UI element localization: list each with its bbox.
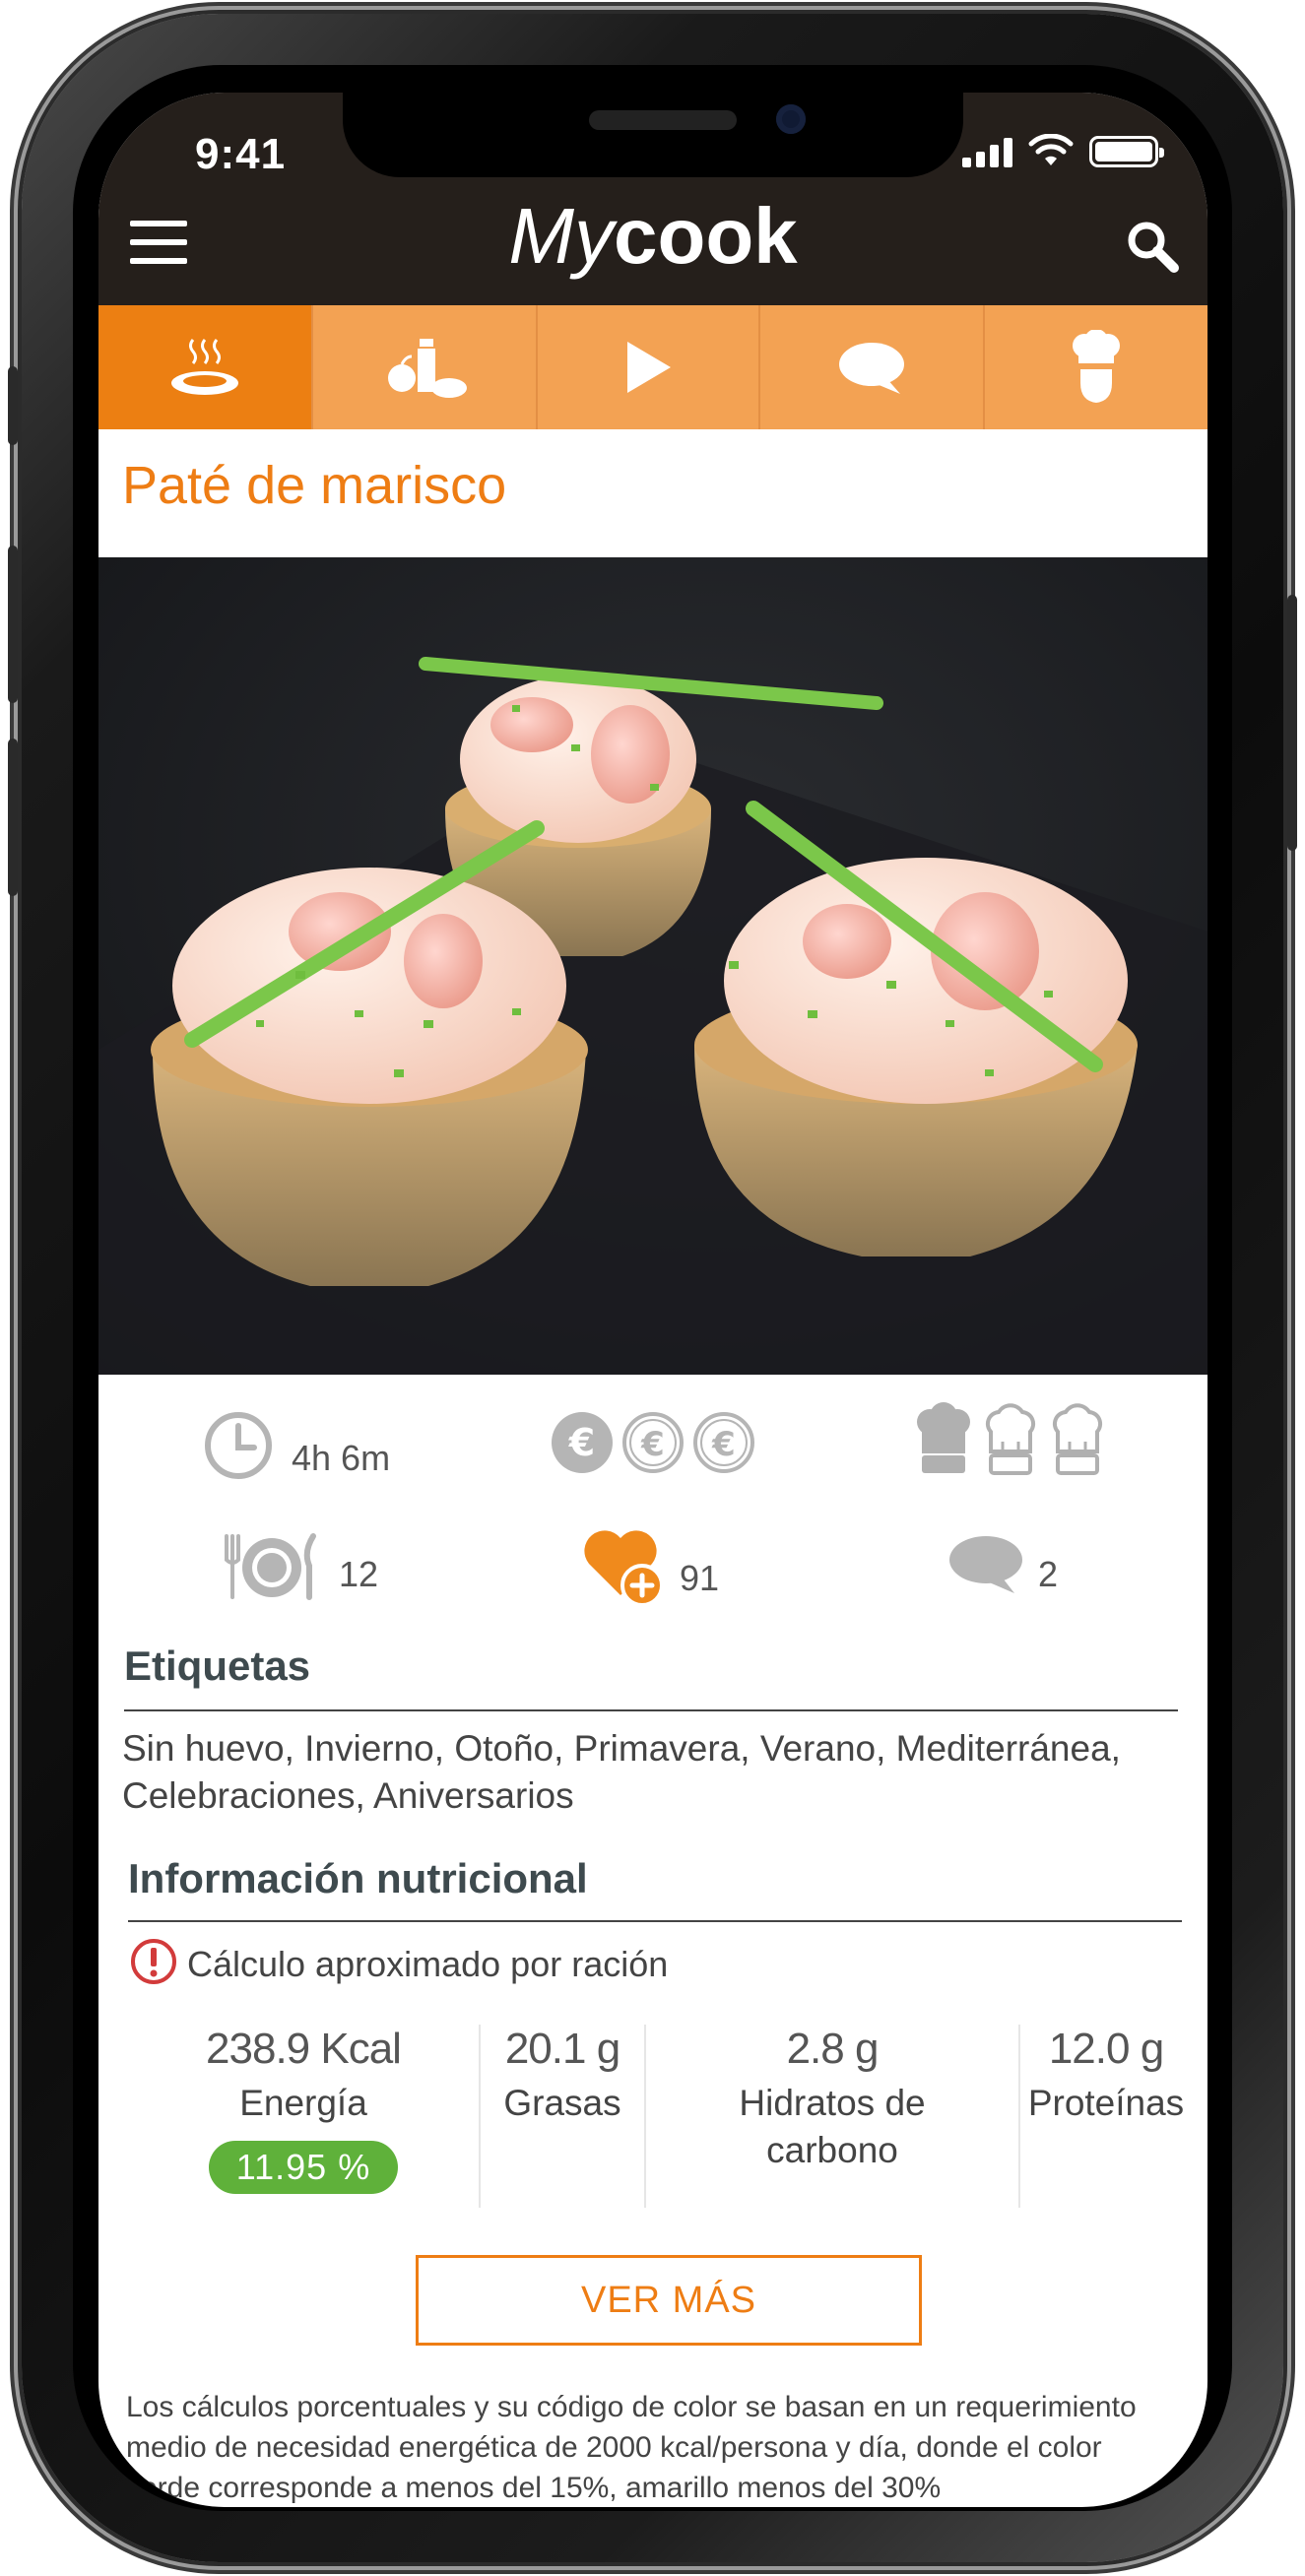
energy-percent-badge: 11.95 % <box>208 2141 399 2194</box>
chef-icon <box>1073 330 1120 403</box>
nutrition-note: Cálculo aproximado por ración <box>187 1944 669 1984</box>
chef-hat-outline-icon <box>985 1403 1036 1475</box>
energy-value: 238.9 Kcal <box>206 2025 402 2073</box>
footer-disclaimer: Los cálculos porcentuales y su código de… <box>126 2391 1137 2504</box>
power-button <box>1287 595 1297 851</box>
nutrition-energy: 238.9 Kcal Energía 11.95 % <box>128 2025 481 2208</box>
cost-rating: € € € <box>550 1410 756 1475</box>
recipe-title: Paté de marisco <box>122 456 507 515</box>
nutrition-title: Información nutricional <box>128 1855 588 1901</box>
tab-recipe[interactable] <box>98 305 313 429</box>
nutrition-table: 238.9 Kcal Energía 11.95 % 20.1 g Grasas… <box>128 2025 1192 2208</box>
status-icons <box>962 134 1164 167</box>
carbs-value: 2.8 g <box>786 2025 880 2073</box>
ingredients-icon <box>388 339 467 398</box>
tab-ingredients[interactable] <box>313 305 538 429</box>
svg-text:€: € <box>640 1425 665 1464</box>
app-logo: Mycook <box>508 192 798 280</box>
play-icon <box>627 342 671 393</box>
energy-label: Energía <box>239 2083 367 2123</box>
prep-time: 4h 6m <box>292 1438 391 1478</box>
wifi-icon <box>1028 134 1074 165</box>
recipe-tabs <box>98 305 1207 429</box>
notch <box>343 93 963 177</box>
svg-text:€: € <box>568 1421 595 1464</box>
speech-bubble-icon <box>839 343 904 394</box>
battery-icon <box>1089 136 1164 167</box>
servings-icon <box>225 1533 316 1600</box>
chef-hat-outline-icon <box>1052 1403 1103 1475</box>
warning-icon <box>131 1939 176 1984</box>
speaker-grille <box>589 110 737 130</box>
tags-title: Etiquetas <box>124 1642 311 1689</box>
nutrition-protein: 12.0 g Proteínas <box>1020 2025 1192 2208</box>
recipe-photo <box>98 557 1207 1375</box>
nutrition-fat: 20.1 g Grasas <box>481 2025 646 2208</box>
tab-comments[interactable] <box>760 305 985 429</box>
euro-filled-icon: € <box>552 1412 613 1473</box>
search-icon[interactable] <box>1123 217 1182 276</box>
see-more-button[interactable]: VER MÁS <box>416 2255 922 2346</box>
euro-outline-icon: € <box>693 1412 754 1473</box>
carbs-label: Hidratos de carbono <box>739 2083 926 2170</box>
fat-value: 20.1 g <box>504 2025 620 2073</box>
comments-icon[interactable] <box>947 1534 1024 1595</box>
servings-count: 12 <box>339 1554 379 1594</box>
difficulty-rating <box>912 1402 1109 1477</box>
nutrition-divider <box>128 1920 1182 1922</box>
favorite-add-icon[interactable] <box>581 1524 670 1609</box>
app-header: 9:41 Mycook <box>98 93 1207 305</box>
tab-video[interactable] <box>538 305 760 429</box>
cellular-signal-icon <box>962 136 1012 167</box>
fat-label: Grasas <box>503 2083 621 2123</box>
favorites-count: 91 <box>680 1558 720 1598</box>
clock-icon <box>205 1412 272 1479</box>
status-time: 9:41 <box>195 130 287 178</box>
nutrition-carbs: 2.8 g Hidratos de carbono <box>646 2025 1020 2208</box>
volume-down-button <box>8 739 18 896</box>
tags-divider <box>124 1709 1178 1711</box>
dish-steam-icon <box>171 339 238 395</box>
svg-text:€: € <box>711 1425 736 1464</box>
chef-hat-filled-icon <box>917 1402 970 1473</box>
tab-chef[interactable] <box>985 305 1207 429</box>
euro-outline-icon: € <box>622 1412 684 1473</box>
protein-label: Proteínas <box>1027 2083 1185 2123</box>
comments-count: 2 <box>1038 1554 1059 1594</box>
front-camera <box>776 104 806 134</box>
app-screen: 9:41 Mycook Paté de marisco 4h 6m € € € … <box>98 93 1207 2507</box>
volume-up-button <box>8 546 18 703</box>
protein-value: 12.0 g <box>1048 2025 1164 2073</box>
mute-switch <box>8 366 18 445</box>
tags-list: Sin huevo, Invierno, Otoño, Primavera, V… <box>122 1728 1121 1816</box>
